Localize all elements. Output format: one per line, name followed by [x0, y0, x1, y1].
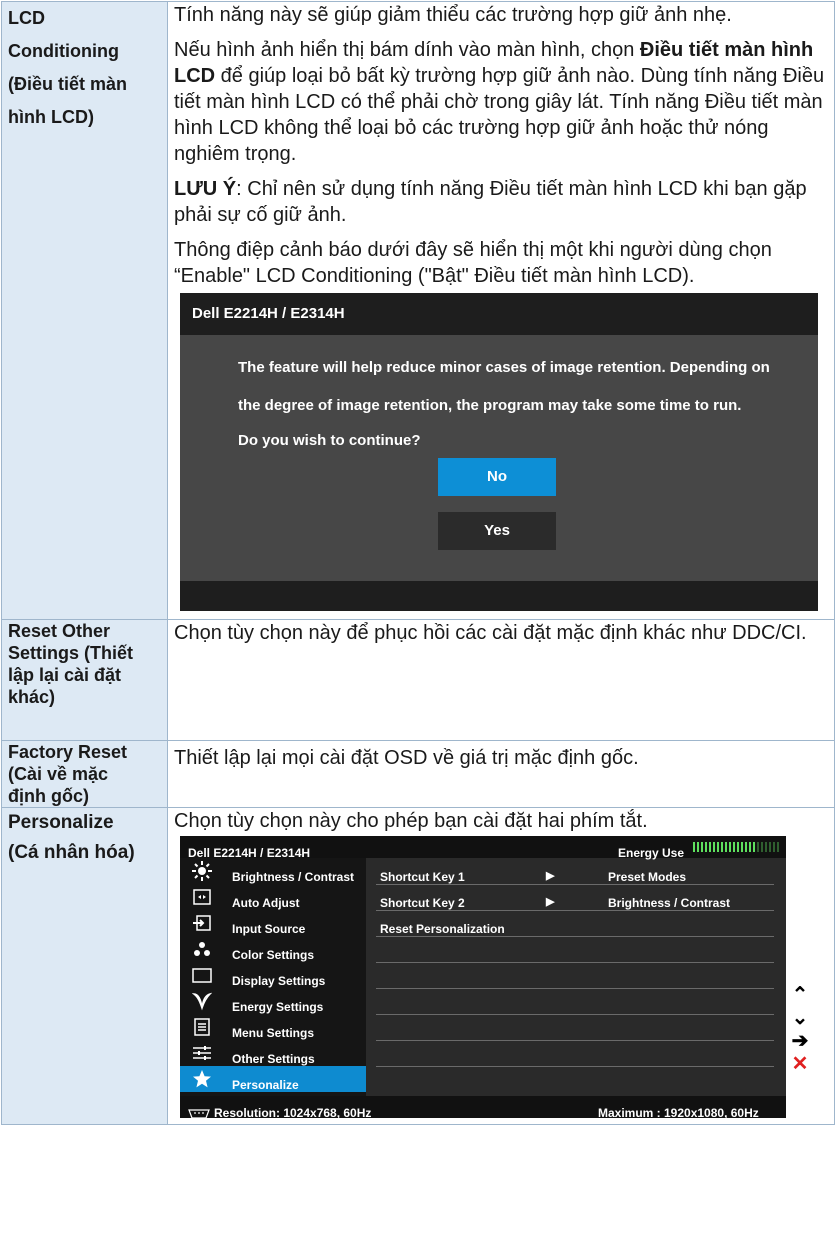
dialog-footer	[180, 581, 818, 611]
energy-meter	[693, 842, 779, 852]
option-shortcut-key-2[interactable]: Shortcut Key 2 ▶ Brightness / Contrast	[376, 884, 774, 911]
row-content-personalize: Chọn tùy chọn này cho phép bạn cài đặt h…	[167, 807, 835, 1125]
row-label-lcd-conditioning: LCD Conditioning (Điều tiết màn hình LCD…	[1, 1, 168, 620]
dialog-title: Dell E2214H / E2314H	[180, 293, 818, 335]
row-content-reset-other: Chọn tùy chọn này để phục hồi các cài đặ…	[167, 619, 835, 741]
maximum-resolution: Maximum : 1920x1080, 60Hz	[598, 1106, 759, 1120]
confirm-dialog: Dell E2214H / E2314H The feature will he…	[180, 293, 818, 611]
label-line: định gốc)	[8, 786, 89, 806]
sliders-icon	[192, 1043, 212, 1063]
close-icon[interactable]: ✕	[790, 1053, 810, 1076]
menu-item-auto-adjust[interactable]: Auto Adjust	[180, 884, 366, 910]
no-button[interactable]: No	[438, 458, 556, 496]
table-row: Personalize (Cá nhân hóa) Chọn tùy chọn …	[1, 807, 835, 1125]
option-empty	[376, 962, 774, 989]
star-icon	[192, 1069, 212, 1089]
menu-item-menu-settings[interactable]: Menu Settings	[180, 1014, 366, 1040]
menu-item-personalize[interactable]: Personalize	[180, 1066, 366, 1092]
settings-table: LCD Conditioning (Điều tiết màn hình LCD…	[1, 1, 835, 1125]
sun-icon	[192, 861, 212, 881]
paragraph: Thông điệp cảnh báo dưới đây sẽ hiển thị…	[174, 237, 830, 289]
option-empty	[376, 1066, 774, 1092]
dialog-message-line: the degree of image retention, the progr…	[238, 397, 742, 414]
leaf-icon	[191, 991, 213, 1011]
row-label-reset-other: Reset Other Settings (Thiết lập lại cài …	[1, 619, 168, 741]
color-dots-icon	[192, 939, 212, 959]
osd-container: Dell E2214H / E2314H Energy Use Brightne…	[174, 836, 830, 1124]
dialog-question: Do you wish to continue?	[238, 432, 421, 449]
input-source-icon	[192, 913, 212, 933]
table-row: LCD Conditioning (Điều tiết màn hình LCD…	[1, 1, 835, 620]
option-empty	[376, 1040, 774, 1067]
paragraph: Tính năng này sẽ giúp giảm thiểu các trư…	[174, 2, 830, 28]
label-line: (Cá nhân hóa)	[8, 842, 135, 863]
resolution-readout: Resolution: 1024x768, 60Hz	[188, 1100, 371, 1126]
label-line: khác)	[8, 687, 56, 707]
paragraph: Chọn tùy chọn này cho phép bạn cài đặt h…	[174, 810, 648, 832]
note-label: LƯU Ý	[174, 178, 237, 200]
dialog-message-line: The feature will help reduce minor cases…	[238, 359, 770, 376]
note-paragraph: LƯU Ý: Chỉ nên sử dụng tính năng Điều ti…	[174, 176, 830, 228]
paragraph-text: Nếu hình ảnh hiển thị bám dính vào màn h…	[174, 39, 640, 61]
document-page: LCD Conditioning (Điều tiết màn hình LCD…	[0, 0, 836, 1256]
row-content-lcd-conditioning: Tính năng này sẽ giúp giảm thiểu các trư…	[167, 1, 835, 620]
resolution-text: Resolution: 1024x768, 60Hz	[214, 1106, 372, 1120]
option-shortcut-key-1[interactable]: Shortcut Key 1 ▶ Preset Modes	[376, 858, 774, 885]
menu-label: Personalize	[232, 1078, 299, 1092]
option-reset-personalization[interactable]: Reset Personalization	[376, 910, 774, 937]
label-line: Conditioning	[8, 41, 119, 61]
note-text: : Chỉ nên sử dụng tính năng Điều tiết mà…	[174, 178, 807, 226]
label-line: (Cài về mặc	[8, 764, 109, 784]
label-line: Factory Reset	[8, 742, 128, 762]
label-line: Reset Other	[8, 621, 111, 641]
menu-icon	[192, 1017, 212, 1037]
paragraph: Nếu hình ảnh hiển thị bám dính vào màn h…	[174, 37, 830, 167]
front-panel-buttons: ⌃ ⌄ ➔ ✕	[790, 984, 810, 1076]
down-arrow-icon[interactable]: ⌄	[790, 1007, 810, 1030]
label-line: hình LCD)	[8, 107, 94, 127]
label-line: lập lại cài đặt	[8, 665, 122, 685]
table-row: Reset Other Settings (Thiết lập lại cài …	[1, 619, 835, 741]
osd-main-menu: Brightness / Contrast Auto Adjust Input …	[180, 858, 366, 1096]
table-row: Factory Reset (Cài về mặc định gốc) Thiế…	[1, 740, 835, 808]
menu-item-color-settings[interactable]: Color Settings	[180, 936, 366, 962]
yes-button[interactable]: Yes	[438, 512, 556, 550]
osd-footer: Resolution: 1024x768, 60Hz Maximum : 192…	[180, 1096, 786, 1120]
osd-header: Dell E2214H / E2314H Energy Use	[180, 836, 786, 860]
menu-item-input-source[interactable]: Input Source	[180, 910, 366, 936]
menu-item-energy-settings[interactable]: Energy Settings	[180, 988, 366, 1014]
option-empty	[376, 936, 774, 963]
row-content-factory-reset: Thiết lập lại mọi cài đặt OSD về giá trị…	[167, 740, 835, 808]
row-label-factory-reset: Factory Reset (Cài về mặc định gốc)	[1, 740, 168, 808]
paragraph: Chọn tùy chọn này để phục hồi các cài đặ…	[174, 622, 807, 644]
label-line: Settings (Thiết	[8, 643, 133, 663]
osd-menu: Dell E2214H / E2314H Energy Use Brightne…	[180, 836, 786, 1120]
right-arrow-icon[interactable]: ➔	[790, 1030, 810, 1053]
paragraph: Thiết lập lại mọi cài đặt OSD về giá trị…	[174, 747, 639, 769]
auto-adjust-icon	[192, 887, 212, 907]
menu-item-other-settings[interactable]: Other Settings	[180, 1040, 366, 1066]
row-label-personalize: Personalize (Cá nhân hóa)	[1, 807, 168, 1125]
up-arrow-icon[interactable]: ⌃	[790, 984, 810, 1007]
paragraph-text: để giúp loại bỏ bất kỳ trường hợp giữ ản…	[174, 65, 825, 165]
menu-item-display-settings[interactable]: Display Settings	[180, 962, 366, 988]
connector-icon	[188, 1109, 210, 1119]
option-empty	[376, 988, 774, 1015]
label-line: (Điều tiết màn	[8, 74, 128, 94]
energy-meter-unlit	[757, 842, 779, 852]
label-line: LCD	[8, 8, 45, 28]
paragraph-text: Tính năng này sẽ giúp giảm thiểu các trư…	[174, 4, 732, 26]
label-line: Personalize	[8, 812, 114, 833]
display-icon	[192, 965, 212, 985]
option-empty	[376, 1014, 774, 1041]
paragraph-text: Thông điệp cảnh báo dưới đây sẽ hiển thị…	[174, 239, 772, 287]
menu-item-brightness-contrast[interactable]: Brightness / Contrast	[180, 858, 366, 884]
